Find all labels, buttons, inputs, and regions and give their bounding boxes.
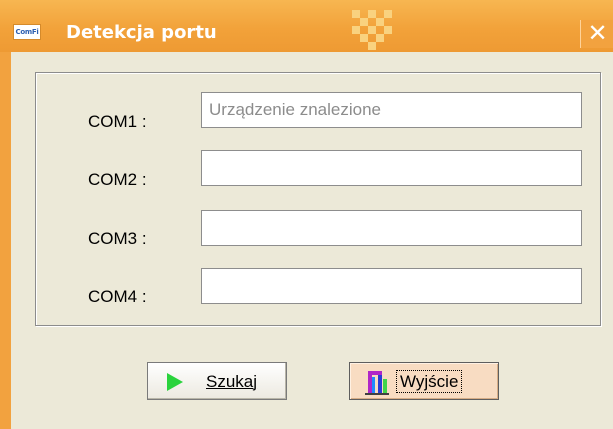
title-bar-decoration [352,10,398,52]
com1-field[interactable] [201,92,582,128]
door-exit-icon [365,371,389,395]
search-button-label: Szukaj [206,372,258,391]
exit-button[interactable]: Wyjście [349,362,499,400]
close-button[interactable]: ✕ [580,20,613,48]
com3-field[interactable] [201,210,582,246]
ports-groupbox: COM1 : COM2 : COM3 : COM4 : [35,72,601,326]
close-icon: ✕ [587,19,608,47]
port-detection-window: ComFi Detekcja portu ✕ COM1 : COM2 : COM… [0,0,613,429]
com4-label: COM4 : [88,287,147,306]
exit-button-label: Wyjście [396,370,463,393]
play-icon [167,373,183,391]
app-icon: ComFi [13,24,41,40]
window-title: Detekcja portu [66,22,217,43]
com1-label: COM1 : [88,112,147,131]
title-bar[interactable]: ComFi Detekcja portu ✕ [0,0,613,52]
com2-label: COM2 : [88,170,147,189]
com3-label: COM3 : [88,229,147,248]
search-button[interactable]: Szukaj [147,362,287,400]
com4-field[interactable] [201,268,582,304]
com2-field[interactable] [201,150,582,186]
dialog-body: COM1 : COM2 : COM3 : COM4 : Szukaj Wyjśc… [11,52,613,429]
